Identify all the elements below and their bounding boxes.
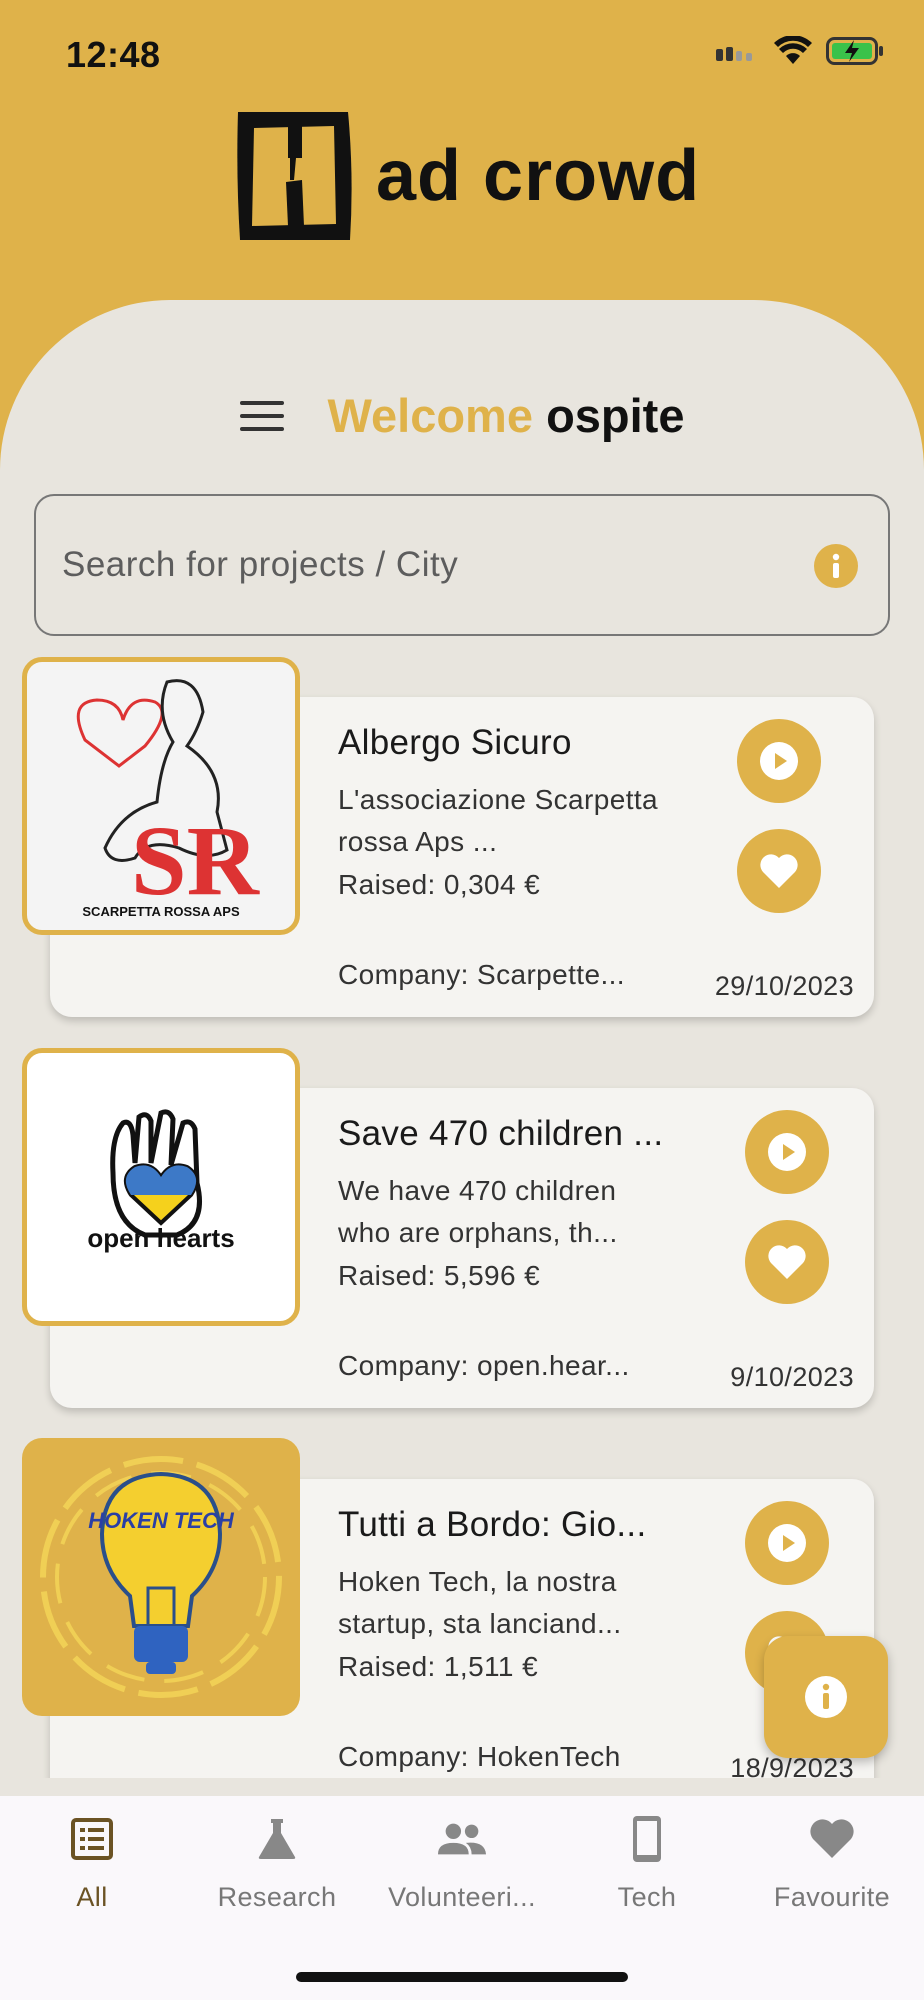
play-button[interactable] [745, 1110, 829, 1194]
search-info-icon[interactable] [814, 544, 858, 588]
flask-icon [252, 1814, 302, 1864]
app-logo: ad crowd [232, 106, 700, 246]
project-raised: Raised: 5,596 € [338, 1260, 541, 1291]
heart-icon [760, 854, 798, 888]
menu-icon[interactable] [239, 400, 284, 431]
info-fab-button[interactable] [764, 1636, 888, 1758]
play-button[interactable] [745, 1501, 829, 1585]
status-time: 12:48 [66, 34, 161, 75]
heart-icon [807, 1814, 857, 1864]
signal-icon [716, 47, 752, 61]
welcome-word: Welcome [327, 389, 534, 442]
nav-item-research[interactable]: Research [185, 1814, 369, 1913]
project-raised: Raised: 1,511 € [338, 1651, 539, 1682]
scarpetta-logo-text: SCARPETTA ROSSA APS [82, 904, 240, 919]
project-list[interactable]: Albergo Sicuro L'associazione Scarpetta … [0, 650, 924, 1778]
project-description: Hoken Tech, la nostra startup, sta lanci… [338, 1566, 622, 1639]
play-button[interactable] [737, 719, 821, 803]
nav-item-tech[interactable]: Tech [555, 1814, 739, 1913]
info-icon [805, 1676, 847, 1718]
project-image-hokentech[interactable]: HOKEN TECH [22, 1438, 300, 1716]
phone-icon [622, 1814, 672, 1864]
people-icon [437, 1814, 487, 1864]
user-name: ospite [546, 389, 685, 442]
play-icon [768, 1524, 806, 1562]
nav-item-favourite[interactable]: Favourite [740, 1814, 924, 1913]
status-icons [716, 36, 884, 66]
project-date: 9/10/2023 [730, 1362, 854, 1392]
svg-text:SR: SR [131, 805, 261, 916]
nav-label-research: Research [217, 1882, 337, 1912]
favourite-button[interactable] [745, 1220, 829, 1304]
battery-icon [826, 37, 883, 65]
openhearts-logo-text: open hearts [87, 1223, 234, 1253]
nav-label-all: All [76, 1882, 108, 1912]
wifi-icon [774, 36, 812, 64]
nav-item-volunteering[interactable]: Volunteeri... [370, 1814, 554, 1913]
project-title: Save 470 children ... [338, 1114, 664, 1153]
search-box [34, 494, 890, 636]
project-company: Company: Scarpette... [338, 959, 625, 990]
home-indicator[interactable] [296, 1972, 628, 1982]
hokentech-logo-text: HOKEN TECH [88, 1508, 235, 1533]
welcome-header: Welcome ospite [0, 388, 924, 443]
search-input[interactable] [62, 532, 802, 598]
favourite-button[interactable] [737, 829, 821, 913]
status-bar: 12:48 [0, 0, 924, 110]
list-icon [67, 1814, 117, 1864]
play-icon [760, 742, 798, 780]
welcome-title: Welcome ospite [328, 388, 685, 443]
nav-label-tech: Tech [617, 1882, 677, 1912]
logo-text: ad crowd [376, 136, 701, 216]
project-title: Albergo Sicuro [338, 723, 572, 762]
nav-label-favourite: Favourite [773, 1882, 891, 1912]
project-image-scarpetta[interactable]: SR SCARPETTA ROSSA APS [22, 657, 300, 935]
nav-label-volunteering: Volunteeri... [388, 1882, 536, 1912]
nav-item-all[interactable]: All [0, 1814, 184, 1913]
project-company: Company: open.hear... [338, 1350, 630, 1381]
bottom-nav: All Research Volunteeri... Tech Favourit… [0, 1796, 924, 2000]
project-date: 29/10/2023 [714, 971, 854, 1001]
heart-icon [768, 1245, 806, 1279]
play-icon [768, 1133, 806, 1171]
project-description: We have 470 children who are orphans, th… [338, 1175, 618, 1248]
project-description: L'associazione Scarpetta rossa Aps ... [338, 784, 659, 857]
project-image-openhearts[interactable]: open hearts [22, 1048, 300, 1326]
project-title: Tutti a Bordo: Gio... [338, 1505, 647, 1544]
logo-mark-icon [237, 112, 352, 240]
project-raised: Raised: 0,304 € [338, 869, 541, 900]
project-company: Company: HokenTech [338, 1741, 621, 1772]
